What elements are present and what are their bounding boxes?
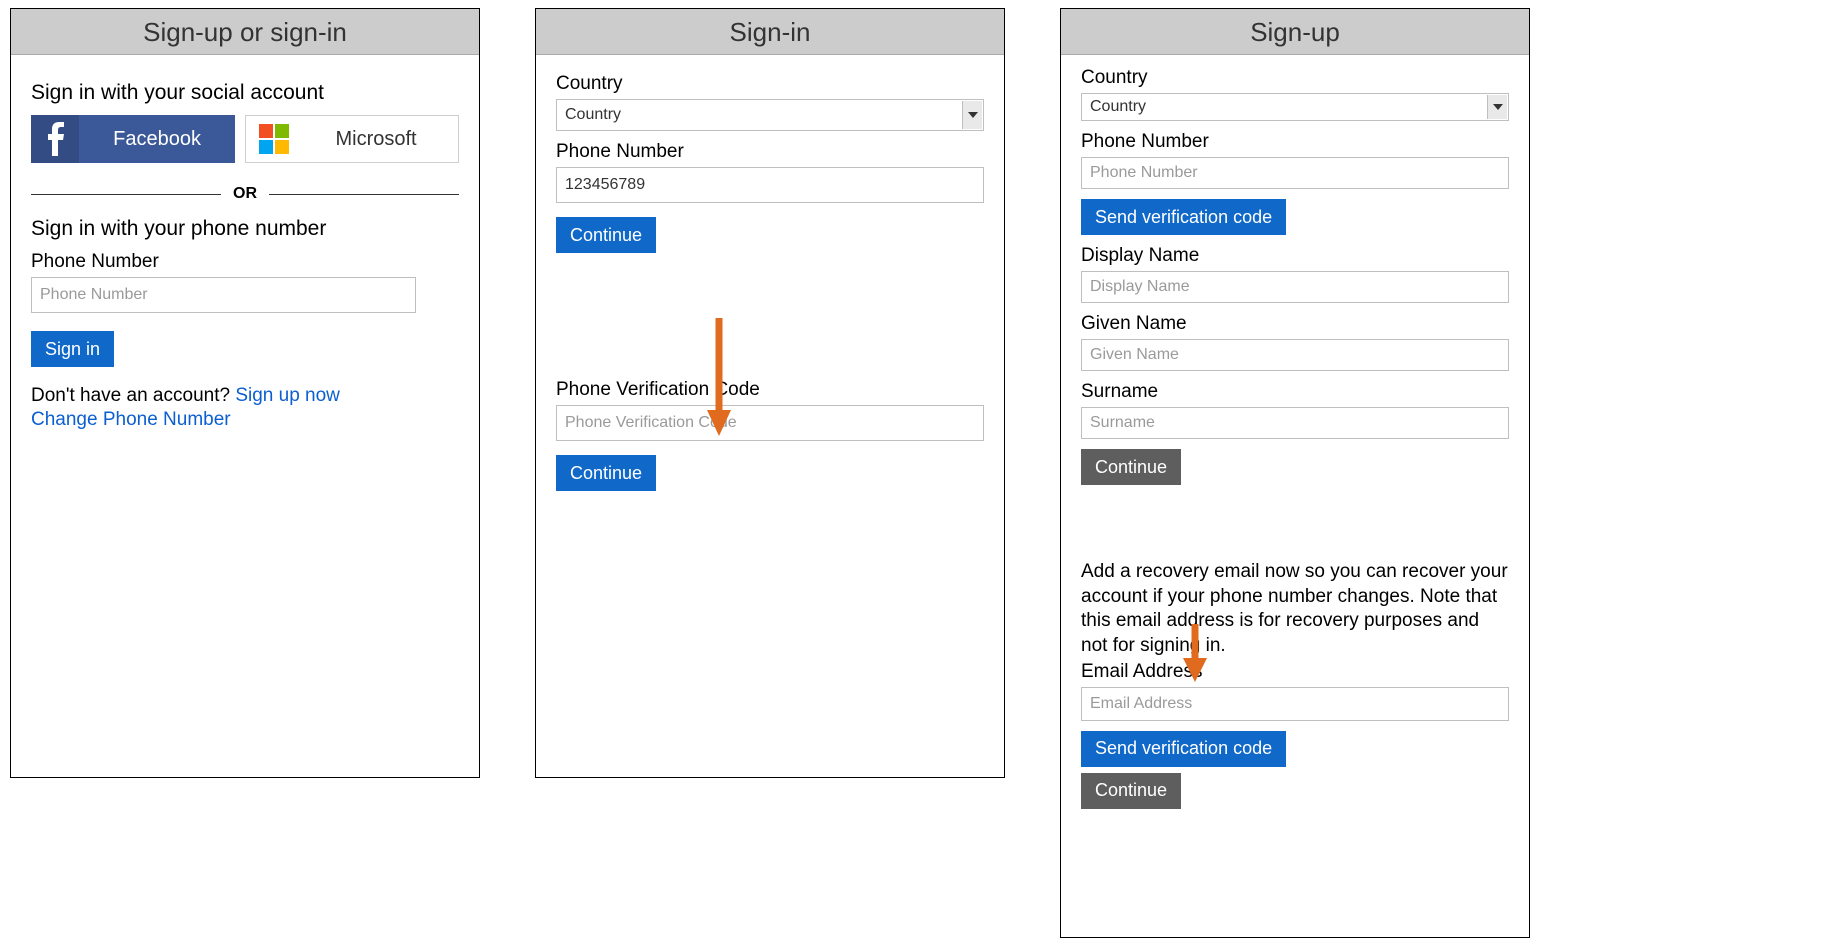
country-label: Country [1081,67,1509,89]
continue-button-2[interactable]: Continue [1081,773,1181,809]
surname-label: Surname [1081,381,1509,403]
phone-number-label: Phone Number [1081,131,1509,153]
panel-title: Sign-up [1061,9,1529,55]
sign-in-button[interactable]: Sign in [31,331,114,367]
change-phone-number-link[interactable]: Change Phone Number [31,409,231,430]
facebook-label: Facebook [79,128,235,151]
country-select-value: Country [565,106,621,124]
phone-number-input[interactable] [556,167,984,203]
signup-prompt-line: Don't have an account? Sign up now [31,385,459,407]
given-name-label: Given Name [1081,313,1509,335]
phone-number-input[interactable] [1081,157,1509,189]
country-select[interactable]: Country [556,99,984,131]
flow-arrow-icon [1180,624,1210,682]
microsoft-button[interactable]: Microsoft [245,115,459,163]
send-verification-code-button-2[interactable]: Send verification code [1081,731,1286,767]
given-name-input[interactable] [1081,339,1509,371]
continue-button[interactable]: Continue [556,217,656,253]
phone-verification-input[interactable] [556,405,984,441]
surname-input[interactable] [1081,407,1509,439]
phone-number-label: Phone Number [556,141,984,163]
country-label: Country [556,73,984,95]
sign-up-now-link[interactable]: Sign up now [235,385,340,406]
email-address-label: Email Address [1081,661,1509,683]
phone-verification-label: Phone Verification Code [556,379,984,401]
panel-signup: Sign-up Country Country Phone Number Sen… [1060,8,1530,938]
chevron-down-icon [1487,95,1507,119]
display-name-input[interactable] [1081,271,1509,303]
flow-arrow-icon [704,318,734,436]
recovery-note: Add a recovery email now so you can reco… [1081,560,1509,659]
panel-title: Sign-up or sign-in [11,9,479,55]
panel-signin: Sign-in Country Country Phone Number Con… [535,8,1005,778]
phone-number-label: Phone Number [31,251,459,273]
country-select[interactable]: Country [1081,93,1509,121]
continue-button[interactable]: Continue [1081,449,1181,485]
or-divider: OR [31,185,459,203]
microsoft-label: Microsoft [294,128,458,151]
microsoft-icon [254,124,294,154]
display-name-label: Display Name [1081,245,1509,267]
panel-title: Sign-in [536,9,1004,55]
country-select-value: Country [1090,98,1146,116]
email-address-input[interactable] [1081,687,1509,721]
send-verification-code-button[interactable]: Send verification code [1081,199,1286,235]
continue-button-2[interactable]: Continue [556,455,656,491]
facebook-icon [31,115,79,163]
facebook-button[interactable]: Facebook [31,115,235,163]
phone-heading: Sign in with your phone number [31,217,459,241]
panel-signup-or-signin: Sign-up or sign-in Sign in with your soc… [10,8,480,778]
social-heading: Sign in with your social account [31,81,459,105]
no-account-text: Don't have an account? [31,385,235,406]
or-text: OR [221,185,269,203]
chevron-down-icon [962,101,982,129]
phone-number-input[interactable] [31,277,416,313]
